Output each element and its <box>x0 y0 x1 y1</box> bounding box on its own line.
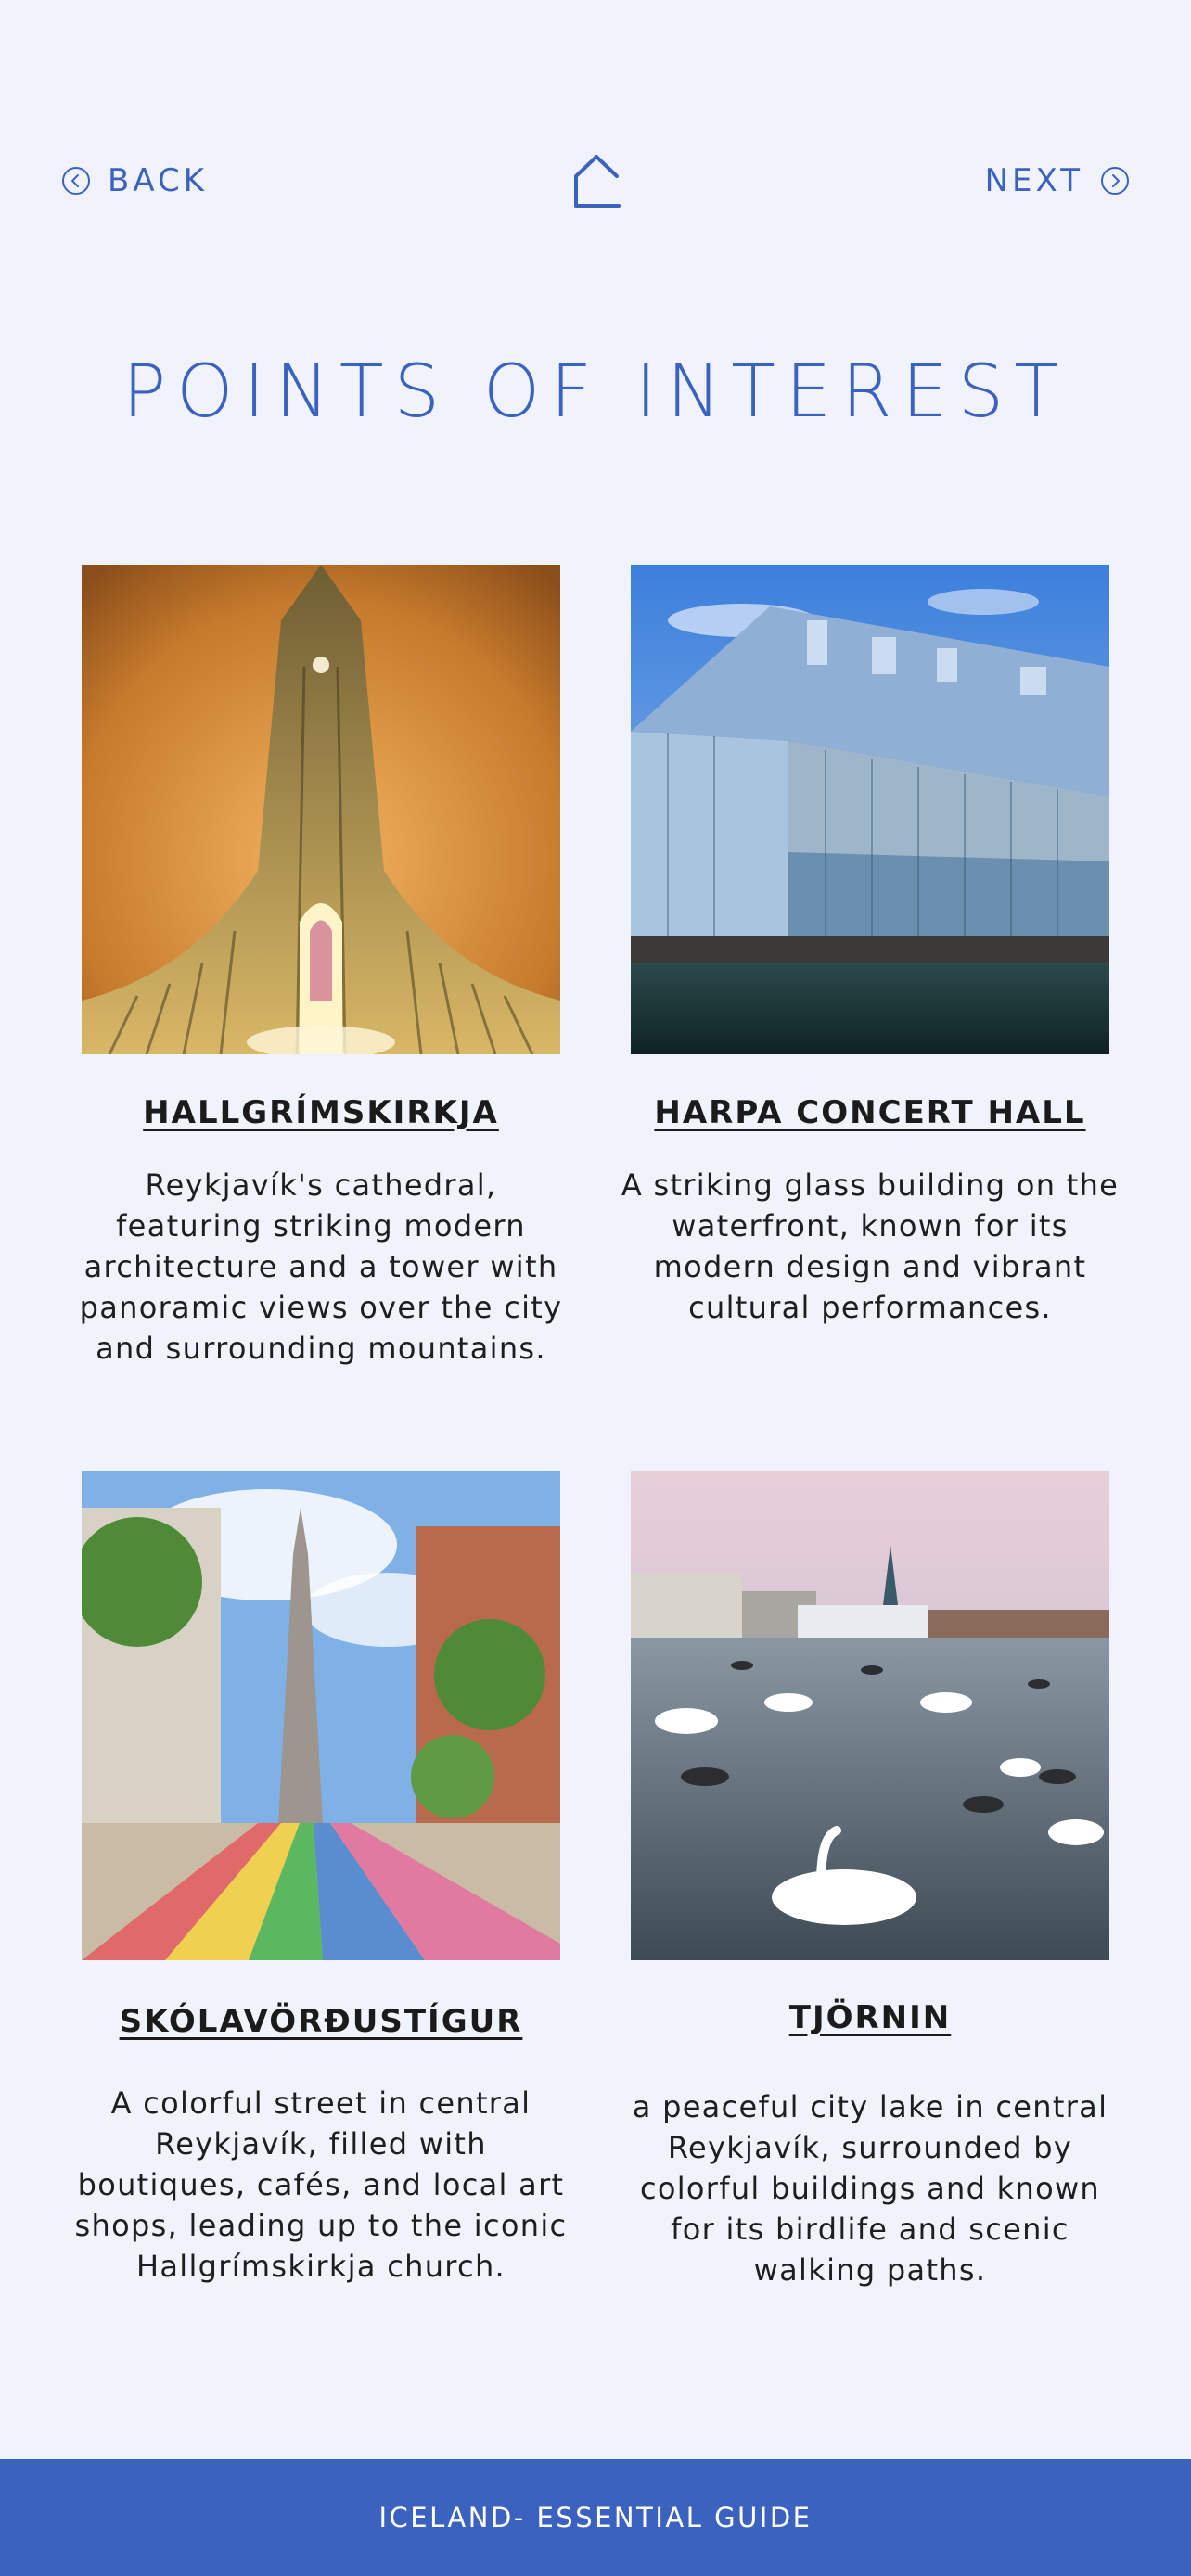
card-title-harpa: HARPA CONCERT HALL <box>654 1094 1086 1131</box>
next-button[interactable]: NEXT <box>985 156 1130 206</box>
home-icon[interactable] <box>572 154 622 208</box>
tjornin-photo <box>631 1471 1109 1960</box>
card-title-hallgrimskirkja: HALLGRÍMSKIRKJA <box>143 1094 499 1131</box>
card-title-tjornin: TJÖRNIN <box>788 1999 952 2036</box>
harpa-photo <box>631 565 1109 1054</box>
card-desc-tjornin: a peaceful city lake in central Reykjaví… <box>632 2089 1108 2288</box>
next-label: NEXT <box>984 162 1083 199</box>
card-desc-hallgrimskirkja: Reykjavík's cathedral, featuring strikin… <box>79 1167 563 1366</box>
page-title: POINTS OF INTEREST <box>122 351 1069 434</box>
footer-label: ICELAND- ESSENTIAL GUIDE <box>378 2502 813 2533</box>
card-desc-skolavordustigur: A colorful street in central Reykjavík, … <box>74 2085 568 2284</box>
footer-bar: ICELAND- ESSENTIAL GUIDE <box>0 2459 1191 2576</box>
back-label: BACK <box>108 162 209 199</box>
chevron-left-circle-icon <box>62 167 90 195</box>
skolavordustigur-photo <box>82 1471 560 1960</box>
chevron-right-circle-icon <box>1101 167 1129 195</box>
card-desc-harpa: A striking glass building on the waterfr… <box>621 1167 1120 1325</box>
hallgrimskirkja-photo <box>82 565 560 1054</box>
back-button[interactable]: BACK <box>61 156 208 206</box>
card-title-skolavordustigur: SKÓLAVÖRÐUSTÍGUR <box>119 2003 523 2040</box>
